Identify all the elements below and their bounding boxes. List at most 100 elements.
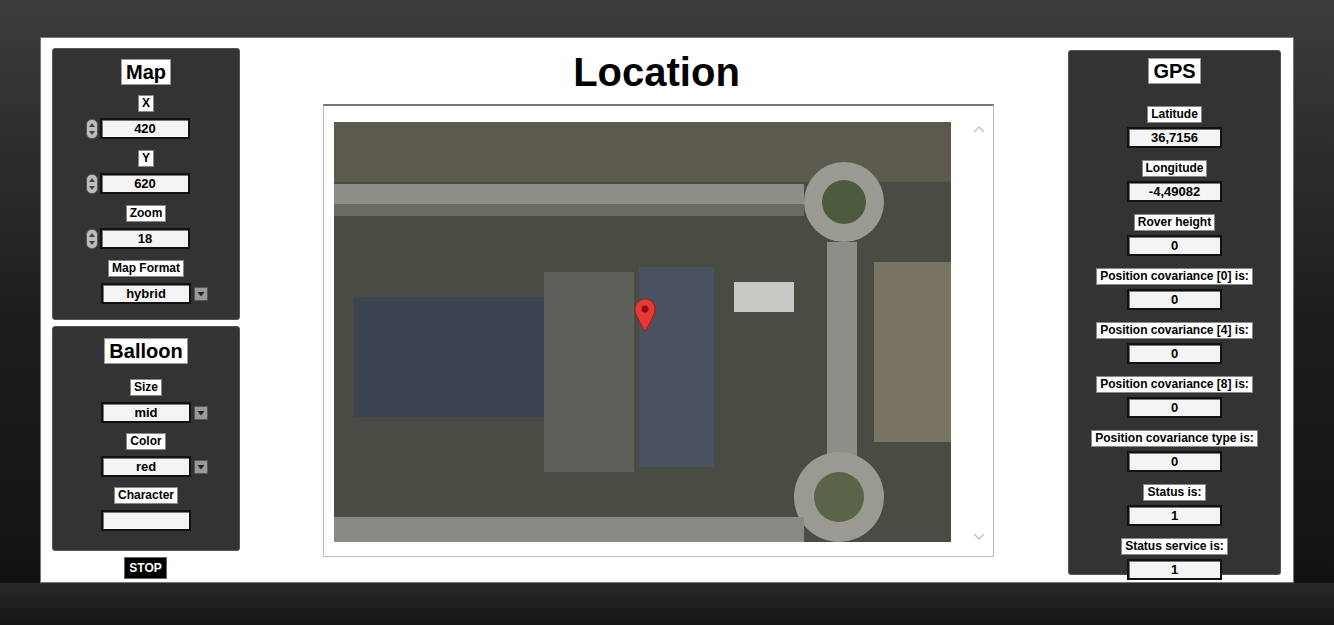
- balloon-fields: Size mid Color red Character: [84, 379, 208, 531]
- balloon-dropdown: Color red: [84, 433, 208, 477]
- map-area: [334, 204, 804, 216]
- dropdown-button[interactable]: [194, 406, 208, 420]
- gps-indicator: Status service is: 1: [1121, 538, 1228, 580]
- value-field: 0: [1127, 343, 1222, 364]
- value-field: 0: [1127, 451, 1222, 472]
- spinner-icon: [86, 119, 98, 139]
- value-field[interactable]: hybrid: [101, 283, 191, 304]
- gps-indicator: Latitude 36,7156: [1127, 106, 1222, 148]
- numeric-control: Zoom 18: [86, 205, 206, 249]
- value-field: 0: [1127, 397, 1222, 418]
- gps-panel-title: GPS: [1148, 58, 1200, 84]
- field-label: Size: [130, 379, 162, 396]
- spinner[interactable]: [86, 119, 98, 139]
- spinner-icon: [86, 174, 98, 194]
- field-label: Longitude: [1142, 160, 1208, 177]
- character-input[interactable]: [101, 510, 191, 531]
- gps-fields: Latitude 36,7156 Longitude -4,49082 Rover he…: [1091, 106, 1258, 580]
- value-field: 36,7156: [1127, 127, 1222, 148]
- balloon-panel: Balloon Size mid Color red Character: [52, 326, 240, 551]
- spinner[interactable]: [86, 174, 98, 194]
- dropdown-button[interactable]: [194, 287, 208, 301]
- scroll-down-icon: [973, 532, 985, 542]
- page-title: Location: [573, 48, 740, 96]
- value-field[interactable]: 18: [100, 228, 190, 249]
- value-field[interactable]: mid: [101, 402, 191, 423]
- field-label: Rover height: [1134, 214, 1215, 231]
- numeric-control: X 420: [86, 95, 206, 139]
- gps-indicator: Position covariance [0] is: 0: [1096, 268, 1253, 310]
- right-column: GPS Latitude 36,7156 Longitude -4,49082 Rover…: [1068, 38, 1293, 582]
- map-image: [334, 122, 951, 542]
- map-area: [354, 297, 544, 417]
- value-field: -4,49082: [1127, 181, 1222, 202]
- field-label: Latitude: [1147, 106, 1202, 123]
- spinner[interactable]: [86, 229, 98, 249]
- bottom-bar: [0, 583, 1334, 625]
- gps-indicator: Position covariance [4] is: 0: [1096, 322, 1253, 364]
- map-area: [544, 272, 634, 472]
- map-area: [827, 242, 857, 472]
- map-fields: X 420 Y 620 Zoom 18 Map Format hybrid: [84, 95, 208, 304]
- spinner-icon: [86, 229, 98, 249]
- left-column: Map X 420 Y 620 Zoom 18 Map Format hybrid Balloon…: [41, 38, 239, 582]
- gps-indicator: Position covariance type is: 0: [1091, 430, 1258, 472]
- gps-indicator: Position covariance [8] is: 0: [1096, 376, 1253, 418]
- field-label: Map Format: [108, 260, 184, 277]
- value-field: 1: [1127, 505, 1222, 526]
- field-label: X: [138, 95, 154, 112]
- field-label: Status is:: [1143, 484, 1205, 501]
- field-label: Position covariance type is:: [1091, 430, 1258, 447]
- value-field[interactable]: 420: [100, 118, 190, 139]
- stop-button[interactable]: STOP: [124, 557, 166, 579]
- map-area: [639, 267, 714, 467]
- field-label: Y: [138, 150, 154, 167]
- stop-row: STOP: [52, 557, 239, 579]
- map-area: [734, 282, 794, 312]
- map-panel-title: Map: [121, 59, 171, 85]
- field-label: Position covariance [0] is:: [1096, 268, 1253, 285]
- gps-indicator: Status is: 1: [1127, 484, 1222, 526]
- field-label: Color: [126, 433, 165, 450]
- map-area: [874, 262, 951, 442]
- map-area: [334, 517, 804, 542]
- field-label: Character: [114, 487, 178, 504]
- map-frame: [323, 104, 994, 557]
- field-label: Status service is:: [1121, 538, 1228, 555]
- gps-indicator: Longitude -4,49082: [1127, 160, 1222, 202]
- scrollbar: [965, 122, 993, 544]
- value-field: 0: [1127, 289, 1222, 310]
- dropdown-row: mid: [84, 402, 208, 423]
- numeric-row: 18: [86, 228, 206, 249]
- dropdown-row: hybrid: [84, 283, 208, 304]
- field-label: Position covariance [4] is:: [1096, 322, 1253, 339]
- map-panel: Map X 420 Y 620 Zoom 18 Map Format hybrid: [52, 48, 240, 320]
- dropdown-button[interactable]: [194, 460, 208, 474]
- dropdown-row: red: [84, 456, 208, 477]
- map-pin: [634, 298, 656, 332]
- map-format-dropdown: Map Format hybrid: [84, 260, 208, 304]
- numeric-row: 620: [86, 173, 206, 194]
- numeric-row: 420: [86, 118, 206, 139]
- field-label: Zoom: [126, 205, 167, 222]
- map-area: [822, 180, 866, 224]
- scroll-up-icon: [973, 124, 985, 134]
- dropdown-arrow-icon: [194, 406, 208, 420]
- field-label: Position covariance [8] is:: [1096, 376, 1253, 393]
- center-column: Location: [239, 38, 1068, 582]
- numeric-control: Y 620: [86, 150, 206, 194]
- window-frame: Map X 420 Y 620 Zoom 18 Map Format hybrid Balloon…: [0, 0, 1334, 583]
- value-field[interactable]: 620: [100, 173, 190, 194]
- value-field: 1: [1127, 559, 1222, 580]
- value-field: 0: [1127, 235, 1222, 256]
- front-panel: Map X 420 Y 620 Zoom 18 Map Format hybrid Balloon…: [40, 37, 1294, 583]
- character-control: Character: [101, 487, 191, 531]
- dropdown-arrow-icon: [194, 460, 208, 474]
- gps-indicator: Rover height 0: [1127, 214, 1222, 256]
- dropdown-arrow-icon: [194, 287, 208, 301]
- location-pin-icon: [634, 298, 656, 332]
- gps-panel: GPS Latitude 36,7156 Longitude -4,49082 Rover…: [1068, 50, 1281, 575]
- map-area: [814, 472, 864, 522]
- value-field[interactable]: red: [101, 456, 191, 477]
- balloon-panel-title: Balloon: [104, 338, 187, 364]
